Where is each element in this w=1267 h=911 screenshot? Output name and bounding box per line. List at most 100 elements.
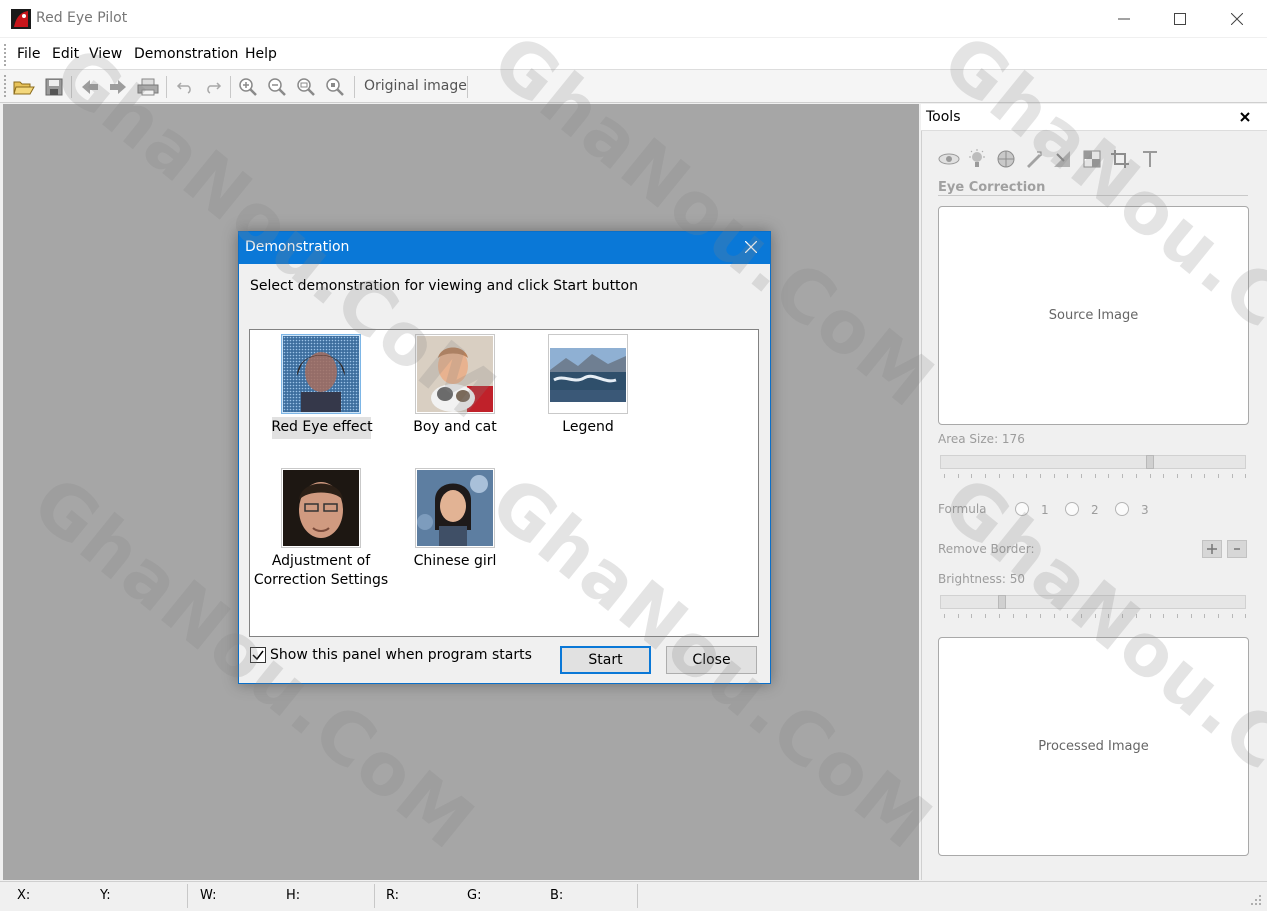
demo-item-adjustment[interactable] [281, 468, 361, 548]
slider-tick [971, 614, 973, 618]
toolbar-separator [230, 76, 231, 98]
save-button[interactable] [42, 76, 66, 98]
formula-option-1-label: 1 [1041, 503, 1049, 517]
slider-tick [1081, 614, 1082, 618]
zoom-out-button[interactable] [265, 76, 289, 98]
open-folder-icon [13, 81, 35, 95]
demo-item-red-eye[interactable] [281, 334, 361, 414]
status-separator [187, 884, 188, 908]
close-button[interactable]: Close [666, 646, 757, 674]
text-tool[interactable] [1139, 149, 1161, 169]
slider-tick [1067, 474, 1069, 478]
slider-tick [1135, 474, 1137, 478]
demo-item-chinese-girl[interactable] [415, 468, 495, 548]
eye-correction-section-title: Eye Correction [938, 180, 1046, 195]
brightness-slider-thumb[interactable] [998, 595, 1006, 609]
slider-tick [1218, 474, 1219, 478]
print-button[interactable] [136, 76, 160, 98]
slider-tick [1135, 614, 1137, 618]
formula-label: Formula [938, 502, 987, 516]
dialog-title: Demonstration [245, 239, 350, 255]
slider-tick [985, 614, 987, 618]
back-button[interactable] [78, 76, 102, 98]
demo-label-chinese-girl[interactable]: Chinese girl [385, 552, 525, 571]
start-button[interactable]: Start [560, 646, 651, 674]
close-window-button[interactable] [1208, 0, 1266, 38]
demo-label-boy-and-cat[interactable]: Boy and cat [385, 418, 525, 437]
levels-tool[interactable] [1051, 149, 1073, 169]
formula-radio-2[interactable] [1065, 502, 1079, 516]
color-wheel-icon [997, 150, 1015, 168]
processed-image-box: Processed Image [938, 637, 1249, 856]
brush-tool[interactable] [1023, 149, 1045, 169]
slider-tick [1163, 474, 1165, 478]
menu-grip [4, 44, 7, 66]
status-b: B: [550, 888, 564, 903]
menu-edit[interactable]: Edit [52, 46, 79, 62]
menu-view[interactable]: View [89, 46, 122, 62]
formula-radio-1[interactable] [1015, 502, 1029, 516]
color-tool[interactable] [995, 149, 1017, 169]
zoom-fit-button[interactable] [294, 76, 318, 98]
light-tool[interactable] [966, 149, 988, 169]
dialog-instruction: Select demonstration for viewing and cli… [250, 278, 638, 294]
slider-tick [1067, 614, 1069, 618]
show-on-start-label[interactable]: Show this panel when program starts [270, 647, 532, 663]
resize-grip-icon [1251, 895, 1261, 905]
slider-tick [1176, 474, 1178, 478]
zoom-actual-button[interactable] [323, 76, 347, 98]
minus-icon [1234, 548, 1240, 550]
formula-radio-3[interactable] [1115, 502, 1129, 516]
slider-tick [1094, 474, 1096, 478]
original-image-button[interactable]: Original image [364, 78, 467, 94]
slider-tick [1122, 614, 1124, 618]
tools-panel-close-button[interactable] [1240, 107, 1250, 126]
forward-button[interactable] [106, 76, 130, 98]
zoom-in-button[interactable] [236, 76, 260, 98]
slider-tick [1053, 474, 1055, 478]
menu-help[interactable]: Help [245, 46, 277, 62]
demo-thumbnail-boy-and-cat [417, 336, 493, 412]
maximize-button[interactable] [1151, 0, 1209, 38]
toolbar-separator [166, 76, 167, 98]
toolbar-separator [354, 76, 355, 98]
slider-tick [1081, 474, 1082, 478]
demo-label-red-eye[interactable]: Red Eye effect [252, 418, 392, 437]
slider-tick [985, 474, 987, 478]
slider-tick [1026, 614, 1028, 618]
open-button[interactable] [12, 76, 36, 98]
section-divider [938, 195, 1248, 196]
dialog-close-button[interactable] [740, 236, 762, 258]
minimize-button[interactable] [1095, 0, 1153, 38]
contrast-tool[interactable] [1081, 149, 1103, 169]
demo-item-boy-and-cat[interactable] [415, 334, 495, 414]
eye-correction-tool[interactable] [938, 149, 960, 169]
slider-tick [1176, 614, 1178, 618]
slider-tick [944, 474, 945, 478]
contrast-icon [1083, 150, 1101, 168]
slider-tick [1012, 614, 1014, 618]
demo-item-legend[interactable] [548, 334, 628, 414]
menu-file[interactable]: File [17, 46, 40, 62]
slider-tick [944, 614, 945, 618]
slider-tick [1039, 614, 1041, 618]
slider-tick [1245, 614, 1247, 618]
crop-tool[interactable] [1109, 149, 1131, 169]
brightness-slider[interactable] [940, 595, 1246, 609]
slider-tick [998, 474, 1000, 478]
area-size-slider-thumb[interactable] [1146, 455, 1154, 469]
demo-label-adjustment[interactable]: Adjustment of Correction Settings [251, 552, 391, 590]
demo-label-adjustment-line1: Adjustment of [271, 553, 371, 569]
redo-button[interactable] [201, 76, 225, 98]
area-size-slider[interactable] [940, 455, 1246, 469]
border-decrease-button[interactable] [1227, 540, 1247, 558]
resize-grip[interactable] [1250, 894, 1262, 910]
menu-demonstration[interactable]: Demonstration [134, 46, 238, 62]
show-on-start-checkbox[interactable] [250, 647, 266, 663]
demo-label-legend[interactable]: Legend [518, 418, 658, 437]
processed-image-label: Processed Image [1038, 739, 1149, 754]
undo-button[interactable] [173, 76, 197, 98]
border-increase-button[interactable] [1202, 540, 1222, 558]
zoom-out-icon [268, 78, 286, 96]
demo-thumbnail-chinese-girl [417, 470, 493, 546]
